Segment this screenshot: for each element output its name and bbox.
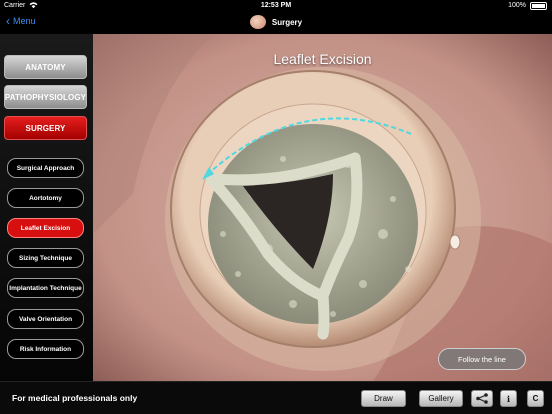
battery-icon	[530, 2, 547, 10]
step-surgical-approach-button[interactable]: Surgical Approach	[7, 158, 84, 178]
step-sizing-technique-button[interactable]: Sizing Technique	[7, 248, 84, 268]
step-leaflet-excision-button[interactable]: Leaflet Excision	[7, 218, 84, 238]
battery-percentage: 100%	[508, 2, 526, 9]
step-implantation-technique-button[interactable]: Implantation Technique	[7, 278, 84, 298]
disclaimer-text: For medical professionals only	[12, 393, 138, 403]
copyright-button[interactable]: C	[527, 390, 544, 407]
surgical-illustration[interactable]: Leaflet Excision Follow the line	[93, 34, 552, 381]
status-bar: Carrier 12:53 PM 100%	[0, 0, 552, 12]
gallery-button[interactable]: Gallery	[419, 390, 463, 407]
step-aortotomy-button[interactable]: Aortotomy	[7, 188, 84, 208]
category-anatomy-button[interactable]: ANATOMY	[4, 55, 87, 79]
sidebar: ANATOMY PATHOPHYSIOLOGY SURGERY Surgical…	[0, 34, 93, 381]
aortic-valve-illustration	[93, 34, 552, 381]
step-risk-information-button[interactable]: Risk Information	[7, 339, 84, 359]
share-button[interactable]	[471, 390, 493, 407]
navigation-bar: ‹ Menu Surgery	[0, 12, 552, 34]
category-surgery-button[interactable]: SURGERY	[4, 116, 87, 140]
draw-button[interactable]: Draw	[361, 390, 406, 407]
info-button[interactable]: i	[500, 390, 517, 407]
step-title: Leaflet Excision	[273, 51, 372, 67]
share-icon	[476, 393, 488, 404]
heart-icon	[249, 15, 266, 29]
follow-the-line-button[interactable]: Follow the line	[438, 348, 526, 370]
status-time: 12:53 PM	[260, 2, 292, 9]
nav-title-group: Surgery	[0, 15, 552, 29]
page-title: Surgery	[271, 17, 303, 27]
category-pathophysiology-button[interactable]: PATHOPHYSIOLOGY	[4, 85, 87, 109]
bottom-toolbar: For medical professionals only Draw Gall…	[0, 381, 552, 414]
step-valve-orientation-button[interactable]: Valve Orientation	[7, 309, 84, 329]
